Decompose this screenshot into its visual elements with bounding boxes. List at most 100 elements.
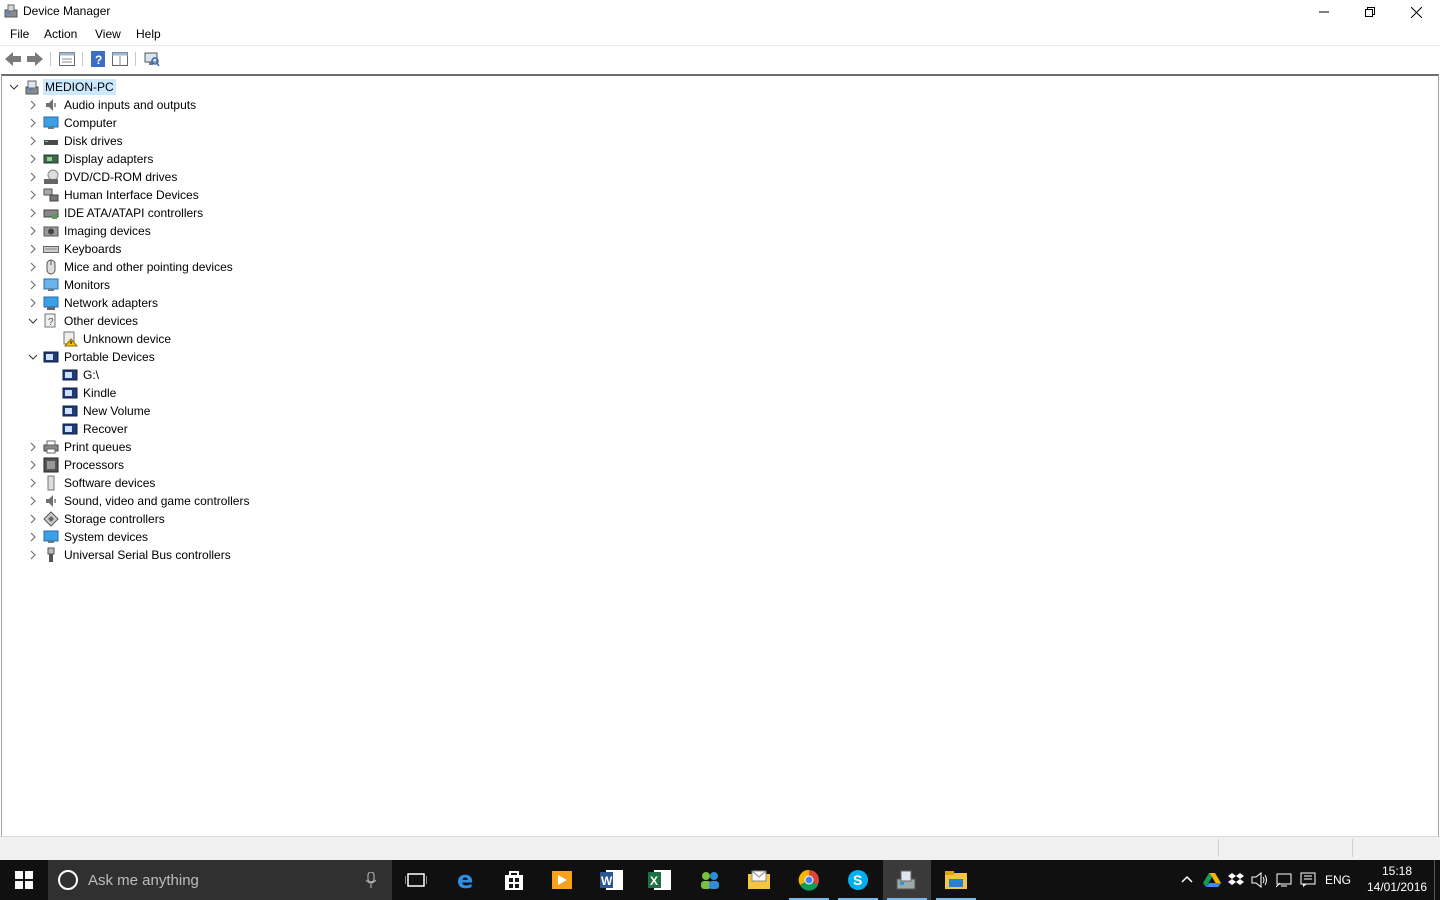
task-view-button[interactable] — [392, 860, 440, 900]
tree-item[interactable]: Computer — [2, 114, 302, 132]
chevron-right-icon[interactable] — [28, 280, 38, 290]
properties-button[interactable] — [58, 50, 76, 68]
menu-action[interactable]: Action — [44, 27, 77, 41]
tree-root-label: MEDION-PC — [43, 79, 116, 95]
clock-time[interactable]: 15:18 — [1382, 864, 1412, 878]
tree-item[interactable]: Imaging devices — [2, 222, 302, 240]
chevron-right-icon[interactable] — [28, 244, 38, 254]
tree-child-label: New Volume — [83, 404, 151, 418]
clock-date[interactable]: 14/01/2016 — [1367, 880, 1427, 894]
tree-item[interactable]: ? Other devices — [2, 312, 302, 330]
chevron-right-icon[interactable] — [28, 298, 38, 308]
toolbar-separator — [50, 52, 51, 66]
chevron-down-icon[interactable] — [9, 82, 19, 92]
skype-button[interactable]: S — [834, 860, 882, 900]
action-center-icon[interactable] — [1300, 872, 1316, 888]
chevron-right-icon[interactable] — [28, 100, 38, 110]
minimize-icon — [1319, 11, 1329, 13]
tree-item[interactable]: Keyboards — [2, 240, 302, 258]
chevron-right-icon[interactable] — [28, 172, 38, 182]
tree-item[interactable]: System devices — [2, 528, 302, 546]
help-button[interactable]: ? — [89, 50, 107, 68]
chevron-right-icon[interactable] — [28, 136, 38, 146]
show-desktop-button[interactable] — [1434, 860, 1435, 900]
device-manager-taskbar-button[interactable] — [883, 860, 931, 900]
tree-child-item[interactable]: Unknown device — [2, 330, 302, 348]
chevron-right-icon[interactable] — [28, 208, 38, 218]
show-hidden-icons-icon[interactable] — [1181, 874, 1193, 884]
volume-icon[interactable] — [1251, 872, 1269, 888]
search-box[interactable]: Ask me anything — [48, 860, 392, 900]
menu-view[interactable]: View — [95, 27, 121, 41]
language-indicator[interactable]: ENG — [1325, 873, 1351, 887]
tree-item[interactable]: Network adapters — [2, 294, 302, 312]
tree-child-item[interactable]: New Volume — [2, 402, 302, 420]
chevron-right-icon[interactable] — [28, 262, 38, 272]
media-player-button[interactable] — [538, 860, 586, 900]
device-tree[interactable]: MEDION-PC Audio inputs and outputs Compu… — [1, 74, 1439, 837]
tree-item[interactable]: Disk drives — [2, 132, 302, 150]
excel-button[interactable]: X — [636, 860, 684, 900]
menu-help[interactable]: Help — [136, 27, 161, 41]
mouse-icon — [46, 259, 56, 275]
speaker-icon — [46, 495, 56, 507]
chevron-down-icon[interactable] — [28, 352, 38, 362]
tree-item[interactable]: Software devices — [2, 474, 302, 492]
chevron-right-icon[interactable] — [28, 514, 38, 524]
chevron-right-icon[interactable] — [28, 118, 38, 128]
people-button[interactable] — [686, 860, 734, 900]
tree-item[interactable]: Processors — [2, 456, 302, 474]
monitor-icon — [43, 530, 59, 543]
chevron-right-icon[interactable] — [28, 478, 38, 488]
details-pane-button[interactable] — [111, 50, 129, 68]
tree-item[interactable]: Display adapters — [2, 150, 302, 168]
tree-item[interactable]: IDE ATA/ATAPI controllers — [2, 204, 302, 222]
tree-child-item[interactable]: Recover — [2, 420, 302, 438]
tree-item[interactable]: Human Interface Devices — [2, 186, 302, 204]
google-drive-icon[interactable] — [1203, 872, 1221, 888]
mail-folder-button[interactable] — [735, 860, 783, 900]
word-button[interactable]: W — [588, 860, 636, 900]
chevron-right-icon[interactable] — [28, 226, 38, 236]
restore-button[interactable] — [1347, 0, 1393, 24]
tree-child-item[interactable]: Kindle — [2, 384, 302, 402]
tree-item[interactable]: Monitors — [2, 276, 302, 294]
processor-icon — [43, 457, 59, 473]
tree-item-label: Imaging devices — [64, 224, 151, 238]
dropbox-icon[interactable] — [1228, 872, 1244, 888]
minimize-button[interactable] — [1301, 0, 1347, 24]
chevron-right-icon[interactable] — [28, 190, 38, 200]
tree-item[interactable]: Portable Devices — [2, 348, 302, 366]
tree-root[interactable]: MEDION-PC — [2, 78, 302, 96]
forward-button[interactable] — [26, 50, 44, 68]
chevron-right-icon[interactable] — [28, 532, 38, 542]
chevron-right-icon[interactable] — [28, 550, 38, 560]
tree-item[interactable]: Storage controllers — [2, 510, 302, 528]
tree-item[interactable]: Universal Serial Bus controllers — [2, 546, 302, 564]
file-explorer-button[interactable] — [932, 860, 980, 900]
start-button[interactable] — [0, 860, 48, 900]
tree-item[interactable]: Mice and other pointing devices — [2, 258, 302, 276]
tree-item[interactable]: Print queues — [2, 438, 302, 456]
svg-text:?: ? — [95, 53, 102, 67]
tree-item[interactable]: Audio inputs and outputs — [2, 96, 302, 114]
menu-file[interactable]: File — [10, 27, 29, 41]
network-icon[interactable] — [1276, 872, 1294, 888]
chevron-down-icon[interactable] — [28, 316, 38, 326]
scan-hardware-button[interactable] — [143, 50, 161, 68]
chevron-right-icon[interactable] — [28, 154, 38, 164]
skype-icon: S — [848, 870, 868, 890]
close-button[interactable] — [1393, 0, 1439, 24]
microphone-icon[interactable] — [366, 872, 376, 888]
edge-button[interactable]: e — [442, 860, 490, 900]
chevron-right-icon[interactable] — [28, 460, 38, 470]
tree-item[interactable]: Sound, video and game controllers — [2, 492, 302, 510]
chrome-button[interactable] — [785, 860, 833, 900]
store-button[interactable] — [490, 860, 538, 900]
chevron-right-icon[interactable] — [28, 496, 38, 506]
back-button[interactable] — [4, 50, 22, 68]
tree-child-item[interactable]: G:\ — [2, 366, 302, 384]
chevron-right-icon[interactable] — [28, 442, 38, 452]
tree-item[interactable]: DVD/CD-ROM drives — [2, 168, 302, 186]
tree-child-label: Recover — [83, 422, 128, 436]
